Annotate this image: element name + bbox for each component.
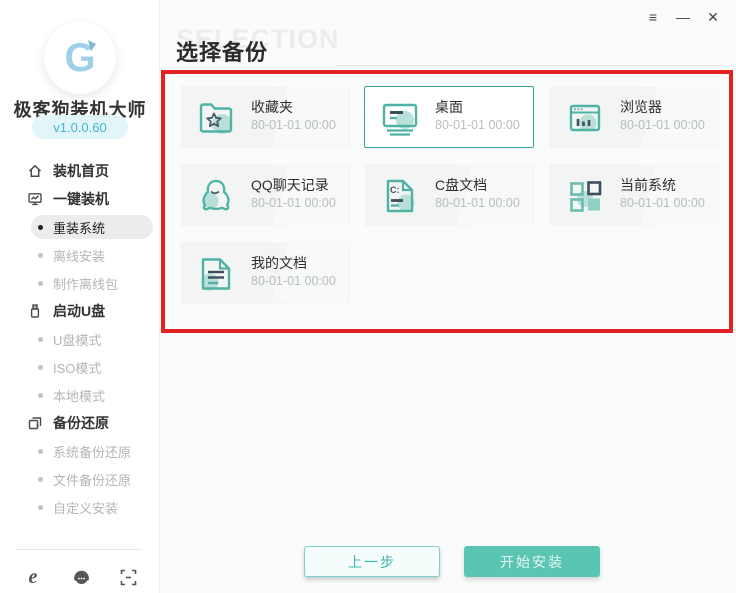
card-date: 80-01-01 00:00 <box>620 196 705 210</box>
card-date: 80-01-01 00:00 <box>435 196 520 210</box>
sidebar-item-label: 本地模式 <box>53 388 106 404</box>
sidebar-item-local-mode[interactable]: 本地模式 <box>0 381 160 409</box>
card-date: 80-01-01 00:00 <box>251 118 336 132</box>
page-title: 选择备份 <box>176 40 269 65</box>
sidebar-item-label: 备份还原 <box>53 415 109 431</box>
hamburger-icon: ≡ <box>648 9 658 25</box>
sidebar-item-usb-mode[interactable]: U盘模式 <box>0 325 160 353</box>
prev-step-button[interactable]: 上一步 <box>304 546 440 577</box>
minimize-icon: — <box>676 9 690 25</box>
usb-icon <box>27 303 43 319</box>
backup-card-desktop[interactable]: 桌面 80-01-01 00:00 <box>364 86 534 148</box>
bullet-icon <box>38 253 43 258</box>
sidebar-item-label: 自定义安装 <box>53 500 119 516</box>
app-logo: G <box>44 22 116 94</box>
card-date: 80-01-01 00:00 <box>620 118 705 132</box>
sidebar-item-make-offline-pack[interactable]: 制作离线包 <box>0 269 160 297</box>
card-title: 当前系统 <box>620 177 676 193</box>
sidebar-item-label: 启动U盘 <box>53 303 106 319</box>
window-controls: ≡ — ✕ <box>644 8 722 26</box>
card-title: 我的文档 <box>251 255 307 271</box>
card-date: 80-01-01 00:00 <box>435 118 520 132</box>
sidebar-item-boot-usb[interactable]: 启动U盘 <box>0 297 160 325</box>
bullet-icon <box>38 337 43 342</box>
restore-icon <box>27 415 43 431</box>
sidebar-divider <box>16 549 142 550</box>
bullet-icon <box>38 477 43 482</box>
sidebar-item-offline-install[interactable]: 离线安装 <box>0 241 160 269</box>
sidebar-item-label: U盘模式 <box>53 332 102 348</box>
header-divider <box>336 65 722 66</box>
card-title: QQ聊天记录 <box>251 177 329 193</box>
bullet-icon <box>38 365 43 370</box>
customer-service-icon[interactable] <box>70 566 92 588</box>
bullet-icon <box>38 225 43 230</box>
home-icon <box>27 163 43 179</box>
bullet-icon <box>38 505 43 510</box>
qr-scan-icon[interactable] <box>117 566 139 588</box>
card-title: 桌面 <box>435 99 463 115</box>
sidebar-item-label: 装机首页 <box>53 163 109 179</box>
sidebar-footer: e <box>0 564 160 590</box>
sidebar-item-label: 文件备份还原 <box>53 472 132 488</box>
sidebar-item-backup-restore[interactable]: 备份还原 <box>0 409 160 437</box>
my-documents-icon <box>201 258 231 291</box>
minimize-button[interactable]: — <box>674 8 692 26</box>
svg-text:C:: C: <box>390 185 400 195</box>
browser-window-icon <box>569 104 601 132</box>
sidebar-item-system-backup-restore[interactable]: 系统备份还原 <box>0 437 160 465</box>
sidebar-item-custom-install[interactable]: 自定义安装 <box>0 493 160 521</box>
backup-card-browser[interactable]: 浏览器 80-01-01 00:00 <box>549 86 719 148</box>
sidebar-item-label: ISO模式 <box>53 360 102 376</box>
backup-card-my-documents[interactable]: 我的文档 80-01-01 00:00 <box>180 242 350 304</box>
start-install-button[interactable]: 开始安装 <box>464 546 600 577</box>
sidebar-item-home[interactable]: 装机首页 <box>0 157 160 185</box>
menu-button[interactable]: ≡ <box>644 8 662 26</box>
sidebar-item-label: 一键装机 <box>53 191 109 207</box>
sidebar: G 极客狗装机大师 v1.0.0.60 装机首页 一键装机 重装系统 离线安装 … <box>0 0 160 593</box>
bullet-icon <box>38 393 43 398</box>
card-title: 浏览器 <box>620 99 662 115</box>
c-drive-doc-icon: C: <box>386 179 415 213</box>
sidebar-item-label: 重装系统 <box>53 220 106 236</box>
desktop-icon <box>382 103 418 136</box>
sidebar-item-one-click-install[interactable]: 一键装机 <box>0 185 160 213</box>
backup-card-favorites[interactable]: 收藏夹 80-01-01 00:00 <box>180 86 350 148</box>
card-title: 收藏夹 <box>251 99 293 115</box>
sidebar-item-label: 离线安装 <box>53 248 106 264</box>
bullet-icon <box>38 449 43 454</box>
version-badge: v1.0.0.60 <box>32 115 128 139</box>
close-button[interactable]: ✕ <box>704 8 722 26</box>
dog-g-logo-icon: G <box>64 36 96 80</box>
card-date: 80-01-01 00:00 <box>251 196 336 210</box>
card-date: 80-01-01 00:00 <box>251 274 336 288</box>
ie-browser-icon[interactable]: e <box>22 566 44 588</box>
bullet-icon <box>38 281 43 286</box>
sidebar-menu: 装机首页 一键装机 重装系统 离线安装 制作离线包 启动U盘 U盘模式 ISO模… <box>0 157 160 521</box>
sidebar-item-iso-mode[interactable]: ISO模式 <box>0 353 160 381</box>
sidebar-item-label: 系统备份还原 <box>53 444 132 460</box>
sidebar-item-file-backup-restore[interactable]: 文件备份还原 <box>0 465 160 493</box>
qq-penguin-icon <box>202 179 230 211</box>
backup-card-c-drive-docs[interactable]: C: C盘文档 80-01-01 00:00 <box>364 164 534 226</box>
backup-card-current-system[interactable]: 当前系统 80-01-01 00:00 <box>549 164 719 226</box>
app-window: G 极客狗装机大师 v1.0.0.60 装机首页 一键装机 重装系统 离线安装 … <box>0 0 736 593</box>
close-icon: ✕ <box>707 8 719 25</box>
monitor-icon <box>27 191 43 207</box>
backup-card-qq-chat[interactable]: QQ聊天记录 80-01-01 00:00 <box>180 164 350 226</box>
current-system-icon <box>570 181 602 212</box>
favorites-folder-icon <box>199 103 233 134</box>
sidebar-item-reinstall-system[interactable]: 重装系统 <box>0 213 160 241</box>
sidebar-item-label: 制作离线包 <box>53 276 119 292</box>
card-title: C盘文档 <box>435 177 488 193</box>
